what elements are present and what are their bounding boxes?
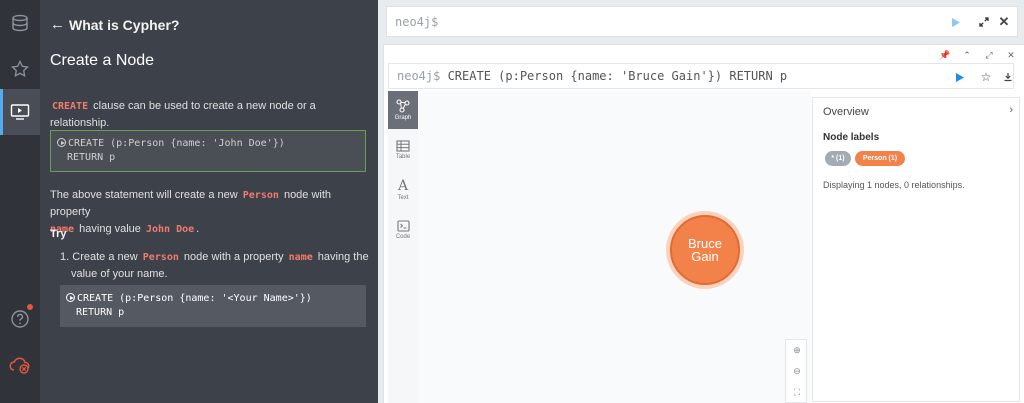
tab-code[interactable]: Code <box>388 211 418 249</box>
try-heading: Try <box>50 228 67 240</box>
tab-table[interactable]: Table <box>388 131 418 169</box>
zoom-out-button[interactable]: ⊖ <box>786 361 808 382</box>
fullscreen-button[interactable] <box>975 13 993 31</box>
frame-query-editor[interactable]: neo4j$ CREATE (p:Person {name: 'Bruce Ga… <box>388 63 1014 89</box>
tab-table-label: Table <box>395 154 411 160</box>
view-tabs: Graph Table A Text Code <box>388 91 418 403</box>
frame-fullscreen-button[interactable]: ⤢ <box>982 49 996 61</box>
expand-icon <box>979 17 989 27</box>
text-icon: A <box>397 178 409 194</box>
chevron-up-icon: ⌃ <box>963 50 971 60</box>
help-button[interactable] <box>0 296 40 342</box>
help-icon <box>11 310 29 328</box>
collapse-button[interactable]: ⌃ <box>960 49 974 61</box>
step-text-2: node with a property <box>180 251 287 263</box>
frame-query: neo4j$ CREATE (p:Person {name: 'Bruce Ga… <box>397 69 787 83</box>
try-code-line2: RETURN p <box>76 307 125 318</box>
step-text-3: having the <box>314 251 369 263</box>
try-code-line1: CREATE (p:Person {name: '<Your Name>'}) <box>77 293 312 304</box>
zoom-in-icon: ⊕ <box>793 345 801 355</box>
neo4j-browser: ← What is Cypher? Create a Node CREATE c… <box>0 0 1024 403</box>
tab-text[interactable]: A Text <box>388 171 418 209</box>
tab-code-label: Code <box>395 234 411 240</box>
section-heading: Create a Node <box>50 52 155 69</box>
close-icon: ✕ <box>998 14 1010 29</box>
try-code-block[interactable]: CREATE (p:Person {name: '<Your Name>'}) … <box>60 285 366 327</box>
step-number: 1. <box>60 251 70 263</box>
monitor-play-icon <box>10 104 30 120</box>
play-icon <box>952 17 960 27</box>
pin-icon: 📌 <box>939 50 951 60</box>
graph-canvas[interactable]: Bruce Gain ⊕ ⊖ ⛶ <box>418 91 811 403</box>
run-code-icon[interactable] <box>66 293 75 302</box>
arrow-left-icon: ← <box>50 16 65 33</box>
step-text-1: Create a new <box>72 251 141 263</box>
intro-paragraph: CREATE clause can be used to create a ne… <box>50 98 368 132</box>
collapse-overview-button[interactable]: › <box>1009 104 1013 116</box>
tab-graph[interactable]: Graph <box>388 91 418 129</box>
pin-button[interactable]: 📌 <box>938 49 952 61</box>
intro-text: clause can be used to create a new node … <box>50 100 316 129</box>
download-icon <box>1004 73 1012 82</box>
code-icon <box>396 220 410 232</box>
graph-icon <box>396 99 410 113</box>
database-icon <box>12 14 28 32</box>
zoom-controls: ⊕ ⊖ ⛶ <box>785 339 807 403</box>
run-code-icon[interactable] <box>57 138 66 147</box>
label-pill-person[interactable]: Person (1) <box>855 151 905 166</box>
overview-description: Displaying 1 nodes, 0 relationships. <box>823 180 965 190</box>
graph-node[interactable]: Bruce Gain <box>670 215 740 285</box>
chevron-right-icon: › <box>1009 104 1013 116</box>
rerun-button[interactable] <box>951 68 969 86</box>
frame-close-button[interactable]: ✕ <box>1004 49 1018 61</box>
zoom-in-button[interactable]: ⊕ <box>786 340 808 361</box>
explain-text-1: The above statement will create a new <box>50 189 241 201</box>
try-step-1: 1. Create a new Person node with a prope… <box>60 249 370 283</box>
frame-controls: 📌 ⌃ ⤢ ✕ <box>938 49 1018 61</box>
notification-dot <box>27 304 33 310</box>
star-icon <box>11 60 29 78</box>
cloud-disconnected-icon <box>9 357 30 374</box>
clear-button[interactable]: ✕ <box>995 13 1013 31</box>
tab-text-label: Text <box>397 195 409 201</box>
frame-prompt: neo4j$ <box>397 69 441 83</box>
export-button[interactable] <box>999 68 1017 86</box>
node-labels-heading: Node labels <box>823 132 880 143</box>
fit-button[interactable]: ⛶ <box>786 382 808 403</box>
favorites-button[interactable] <box>0 46 40 92</box>
example-code-block[interactable]: CREATE (p:Person {name: 'John Doe'}) RET… <box>50 130 366 172</box>
favorite-query-button[interactable]: ☆ <box>977 68 995 86</box>
guide-panel: ← What is Cypher? Create a Node CREATE c… <box>40 0 378 403</box>
guides-button[interactable] <box>0 89 40 135</box>
overview-panel: Overview › Node labels * (1) Person (1) … <box>812 97 1020 402</box>
zoom-out-icon: ⊖ <box>793 366 801 376</box>
frame-query-text: CREATE (p:Person {name: 'Bruce Gain'}) R… <box>440 69 788 83</box>
guide-title: What is Cypher? <box>69 16 180 33</box>
example-code-line1: CREATE (p:Person {name: 'John Doe'}) <box>68 138 285 149</box>
step-keyword-person: Person <box>142 252 179 263</box>
run-button[interactable] <box>947 13 965 31</box>
play-icon <box>956 72 964 82</box>
overview-title: Overview <box>823 106 869 118</box>
connection-status-button[interactable] <box>0 342 40 388</box>
icon-rail <box>0 0 40 403</box>
command-prompt: neo4j$ <box>395 15 439 29</box>
command-editor[interactable]: neo4j$ ✕ <box>386 6 1018 37</box>
example-code-line2: RETURN p <box>67 152 116 163</box>
label-pill-all[interactable]: * (1) <box>825 151 851 166</box>
guide-back-link[interactable]: ← What is Cypher? <box>50 16 179 33</box>
tab-graph-label: Graph <box>394 115 412 121</box>
close-icon: ✕ <box>1007 50 1015 60</box>
star-icon: ☆ <box>980 70 992 84</box>
step-keyword-name: name <box>288 252 313 263</box>
table-icon <box>396 140 410 152</box>
node-caption-line2: Gain <box>691 249 719 264</box>
step-text-4: value of your name. <box>71 268 168 280</box>
database-button[interactable] <box>0 0 40 46</box>
intro-keyword: CREATE <box>52 101 89 112</box>
fit-to-screen-icon: ⛶ <box>793 387 801 397</box>
expand-icon: ⤢ <box>985 50 993 60</box>
explain-keyword-person: Person <box>242 190 279 201</box>
result-frame: 📌 ⌃ ⤢ ✕ neo4j$ CREATE (p:Person {name: '… <box>383 44 1024 403</box>
